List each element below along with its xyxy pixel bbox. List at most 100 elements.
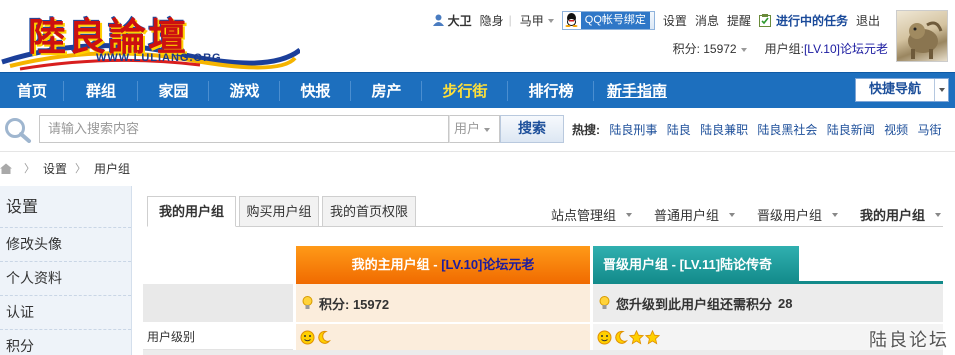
nav-item-realestate[interactable]: 房产	[351, 73, 422, 109]
chevron-down-icon	[728, 212, 735, 217]
quick-nav-label: 快捷导航	[868, 82, 921, 97]
hot-search-item[interactable]: 陆良刑事	[609, 123, 657, 137]
qq-bind-label: QQ帐号绑定	[580, 11, 650, 29]
hot-search-item[interactable]: 马街	[918, 123, 942, 137]
nav-item-family[interactable]: 家园	[138, 73, 209, 109]
sidebar-item-avatar[interactable]: 修改头像	[0, 228, 131, 262]
current-credits-cell: 积分: 15972	[296, 284, 590, 322]
usergroup-link[interactable]: [LV.10]论坛元老	[804, 40, 888, 57]
nav-label: 排行榜	[528, 82, 574, 100]
promotion-usergroup-level[interactable]: [LV.11]陆论传奇	[680, 257, 772, 272]
filter-site-admin[interactable]: 站点管理组	[551, 205, 632, 224]
stealth-link[interactable]: 隐身	[480, 12, 504, 29]
tasks-link[interactable]: 进行中的任务	[758, 12, 848, 29]
settings-link[interactable]: 设置	[663, 12, 687, 29]
tab-buy-usergroup[interactable]: 购买用户组	[239, 196, 319, 227]
divider: |	[508, 13, 512, 27]
watermark: 陆良论坛	[869, 330, 949, 351]
username-text: 大卫	[447, 13, 472, 28]
sun-icon	[300, 330, 315, 344]
search-input[interactable]: 请输入搜索内容	[39, 115, 449, 143]
table-row	[143, 350, 943, 355]
nav-label: 家园	[158, 82, 189, 100]
hot-search-item[interactable]: 视频	[884, 123, 908, 137]
credits-needed-cell: 您升级到此用户组还需积分 28	[593, 284, 943, 322]
filter-my-group[interactable]: 我的用户组	[860, 205, 941, 224]
chevron-down-icon	[484, 127, 491, 132]
tasks-label: 进行中的任务	[775, 13, 848, 28]
vest-label: 马甲	[519, 13, 544, 28]
filter-label: 我的用户组	[859, 208, 925, 223]
credits-needed-label: 您升级到此用户组还需积分	[616, 296, 773, 312]
tab-my-usergroup[interactable]: 我的用户组	[147, 196, 236, 227]
sidebar-item-credits[interactable]: 积分	[0, 330, 131, 355]
sidebar-title: 设置	[0, 186, 131, 228]
chevron-down-icon	[935, 212, 941, 217]
site-header: 陸良論壇 WWW.LULIANG.ORG 大卫 隐身 | 马甲 QQ帐号绑定 设…	[0, 0, 955, 72]
nav-item-ranking[interactable]: 排行榜	[508, 73, 594, 109]
hot-search-item[interactable]: 陆良新闻	[827, 123, 875, 137]
usergroup-label: 用户组:	[764, 42, 804, 56]
user-level-label: 用户级别	[143, 324, 293, 350]
filter-label: 晋级用户组	[756, 208, 822, 223]
score-menu[interactable]: 积分: 15972	[673, 40, 747, 57]
breadcrumb: 〉 设置 〉 用户组	[0, 152, 955, 184]
moon-icon	[318, 330, 331, 344]
promotion-usergroup-title: 晋级用户组	[603, 257, 669, 272]
chevron-down-icon	[934, 79, 948, 101]
quick-nav-button[interactable]: 快捷导航	[855, 78, 949, 102]
search-type-label: 用户	[454, 121, 481, 136]
credits-needed-value: 28	[778, 295, 793, 311]
nav-item-pedestrian-street[interactable]: 步行街	[422, 73, 508, 109]
nav-label: 首页	[16, 82, 47, 100]
sidebar-item-profile[interactable]: 个人资料	[0, 262, 131, 296]
breadcrumb-usergroup[interactable]: 用户组	[94, 160, 130, 177]
main-usergroup-title: 我的主用户组	[351, 257, 430, 272]
main-usergroup-header: 我的主用户组 - [LV.10]论坛元老	[296, 246, 590, 284]
sidebar-item-verification[interactable]: 认证	[0, 296, 131, 330]
filter-normal[interactable]: 普通用户组	[654, 205, 735, 224]
main-usergroup-level[interactable]: [LV.10]论坛元老	[441, 257, 534, 272]
username-link[interactable]: 大卫	[432, 12, 472, 29]
promotion-usergroup-header: 晋级用户组 - [LV.11]陆论传奇	[593, 246, 799, 284]
site-logo[interactable]: 陸良論壇 WWW.LULIANG.ORG	[0, 2, 300, 71]
search-type-select[interactable]: 用户	[449, 115, 500, 143]
task-icon	[758, 13, 771, 27]
avatar-image	[908, 21, 943, 59]
hot-search-item[interactable]: 陆良黑社会	[757, 123, 817, 137]
row-label-blank	[143, 284, 293, 322]
nav-label: 步行街	[442, 82, 488, 100]
settings-sidebar: 设置 修改头像 个人资料 认证 积分	[0, 186, 132, 355]
nav-item-groups[interactable]: 群组	[64, 73, 138, 109]
chevron-down-icon	[831, 212, 838, 217]
nav-item-games[interactable]: 游戏	[209, 73, 280, 109]
filter-promotion[interactable]: 晋级用户组	[757, 205, 838, 224]
main-nav: 首页 群组 家园 游戏 快报 房产 步行街 排行榜 新手指南 快捷导航	[0, 72, 955, 108]
nav-item-home[interactable]: 首页	[0, 73, 64, 109]
search-bar: 请输入搜索内容 用户 搜索 热搜: 陆良刑事 陆良 陆良兼职 陆良黑社会 陆良新…	[0, 108, 955, 152]
nav-label: 快报	[300, 82, 331, 100]
hot-search-item[interactable]: 陆良兼职	[700, 123, 748, 137]
vest-menu[interactable]: 马甲	[520, 12, 554, 29]
nav-item-news[interactable]: 快报	[280, 73, 351, 109]
hot-search-item[interactable]: 陆良	[667, 123, 691, 137]
reminders-link[interactable]: 提醒	[727, 12, 751, 29]
nav-item-newbie-guide[interactable]: 新手指南	[594, 73, 680, 109]
tab-homepage-permissions[interactable]: 我的首页权限	[322, 196, 416, 227]
chevron-down-icon	[547, 19, 554, 24]
logout-link[interactable]: 退出	[856, 12, 880, 29]
breadcrumb-settings[interactable]: 设置	[43, 160, 67, 177]
score-label: 积分: 15972	[672, 42, 737, 56]
user-bar: 大卫 隐身 | 马甲 QQ帐号绑定 设置 消息 提醒 进行中的任务 退出	[425, 10, 880, 30]
messages-link[interactable]: 消息	[695, 12, 719, 29]
home-icon[interactable]	[0, 163, 12, 174]
moon-icon	[615, 330, 628, 344]
nav-label: 新手指南	[606, 82, 667, 100]
qq-bind-button[interactable]: QQ帐号绑定	[561, 10, 655, 30]
qq-penguin-icon	[562, 11, 581, 29]
lightbulb-icon	[599, 296, 610, 309]
avatar[interactable]	[896, 10, 948, 62]
search-button[interactable]: 搜索	[500, 115, 564, 143]
nav-label: 群组	[85, 82, 116, 100]
filter-label: 站点管理组	[550, 208, 616, 223]
